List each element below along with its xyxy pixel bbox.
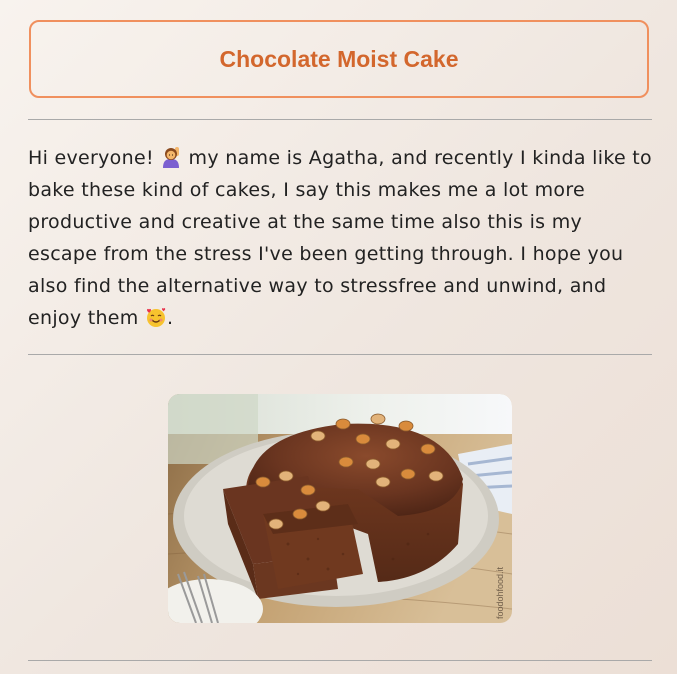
title-card: Chocolate Moist Cake [29,20,649,98]
middle-divider [28,354,652,355]
intro-paragraph: Hi everyone! my name is Agatha, and rece… [28,142,652,334]
photo-watermark: foodohfood.it [495,566,505,619]
chocolate-cake-photo: foodohfood.it [168,394,512,623]
smiling-face-with-hearts-icon [146,308,166,327]
bottom-divider [28,660,652,661]
intro-text-3: . [166,307,174,329]
person-raising-hand-icon [163,147,180,168]
page-title: Chocolate Moist Cake [219,45,459,72]
intro-text-1: Hi everyone! [28,147,161,169]
intro-text-2: my name is Agatha, and recently I kinda … [28,147,652,329]
top-divider [28,119,652,120]
